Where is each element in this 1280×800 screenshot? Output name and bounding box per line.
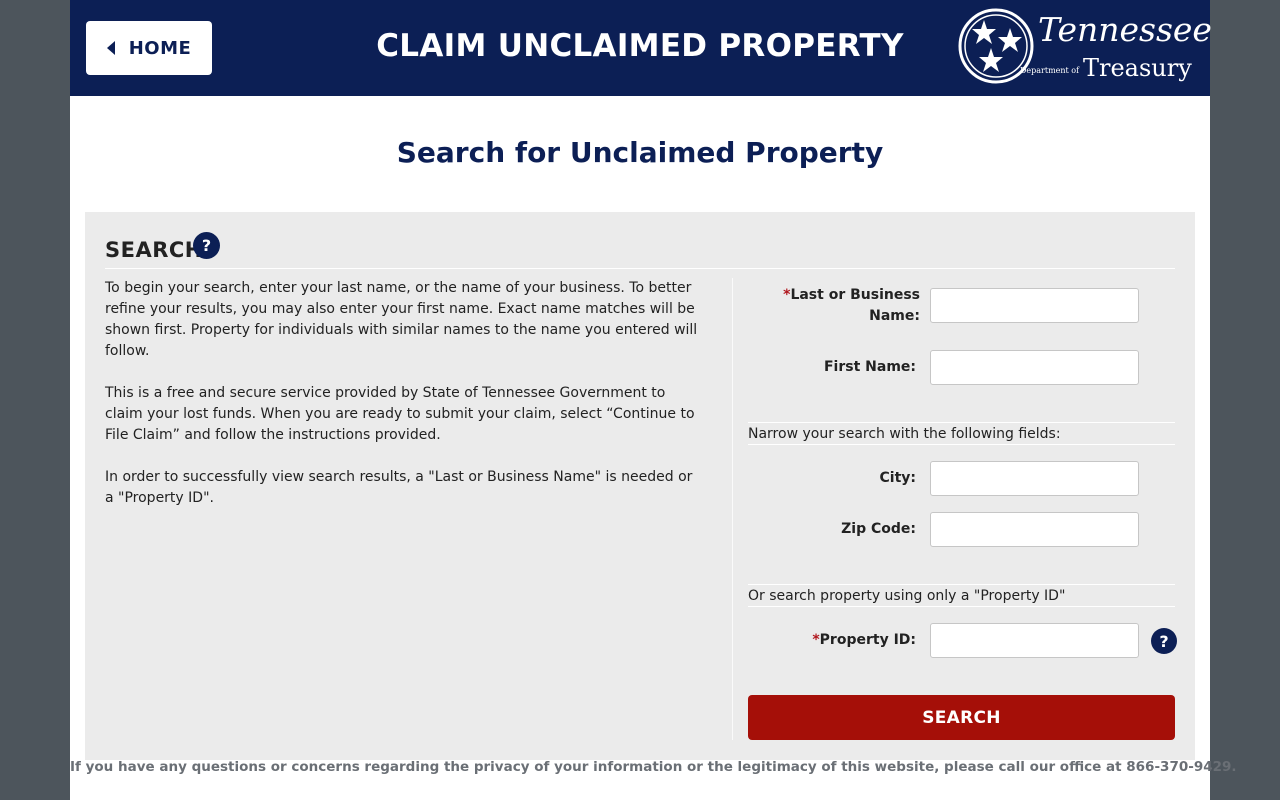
logo-wordmark-tennessee: Tennessee	[1038, 10, 1212, 49]
last-name-label-text: Last or Business Name:	[790, 287, 920, 324]
header-title: CLAIM UNCLAIMED PROPERTY	[376, 28, 904, 64]
page: HOME CLAIM UNCLAIMED PROPERTY Tennessee …	[70, 0, 1237, 800]
instructions-paragraph-2: This is a free and secure service provid…	[105, 385, 695, 443]
property-id-label: *Property ID:	[756, 630, 916, 651]
section-divider	[105, 268, 1175, 269]
column-divider	[732, 278, 733, 740]
property-id-input[interactable]	[930, 623, 1139, 658]
last-name-input[interactable]	[930, 288, 1139, 323]
logo-dept-text: Department of	[1020, 66, 1080, 75]
city-label: City:	[879, 470, 917, 486]
city-input[interactable]	[930, 461, 1139, 496]
first-name-label: First Name:	[823, 359, 916, 375]
instructions-paragraph-3: In order to successfully view search res…	[105, 469, 693, 506]
property-id-note: Or search property using only a "Propert…	[748, 584, 1175, 607]
property-id-label-text: Property ID:	[819, 632, 916, 648]
zip-code-label: Zip Code:	[841, 521, 916, 537]
logo-wordmark-treasury: Treasury	[1083, 54, 1192, 82]
search-button[interactable]: SEARCH	[748, 695, 1175, 740]
property-id-help-icon[interactable]: ?	[1151, 628, 1177, 654]
zip-code-input[interactable]	[930, 512, 1139, 547]
first-name-input[interactable]	[930, 350, 1139, 385]
last-name-label: *Last or Business Name:	[760, 285, 920, 327]
search-instructions: To begin your search, enter your last na…	[105, 278, 705, 530]
narrow-search-note: Narrow your search with the following fi…	[748, 422, 1175, 445]
page-title: Search for Unclaimed Property	[396, 136, 884, 169]
search-panel: SEARCH ? To begin your search, enter you…	[85, 212, 1195, 760]
instructions-paragraph-1: To begin your search, enter your last na…	[105, 280, 698, 359]
privacy-contact-note: If you have any questions or concerns re…	[70, 759, 1237, 775]
tri-star-seal-icon	[958, 8, 1034, 84]
search-help-icon[interactable]: ?	[193, 232, 220, 259]
site-header: HOME CLAIM UNCLAIMED PROPERTY Tennessee …	[70, 0, 1212, 96]
home-button-label: HOME	[128, 37, 192, 59]
search-section-title: SEARCH	[105, 238, 203, 262]
tennessee-treasury-logo[interactable]: Tennessee Department of Treasury	[958, 6, 1212, 90]
caret-left-icon	[106, 41, 115, 55]
home-button[interactable]: HOME	[86, 21, 212, 75]
required-marker: *	[812, 632, 820, 648]
